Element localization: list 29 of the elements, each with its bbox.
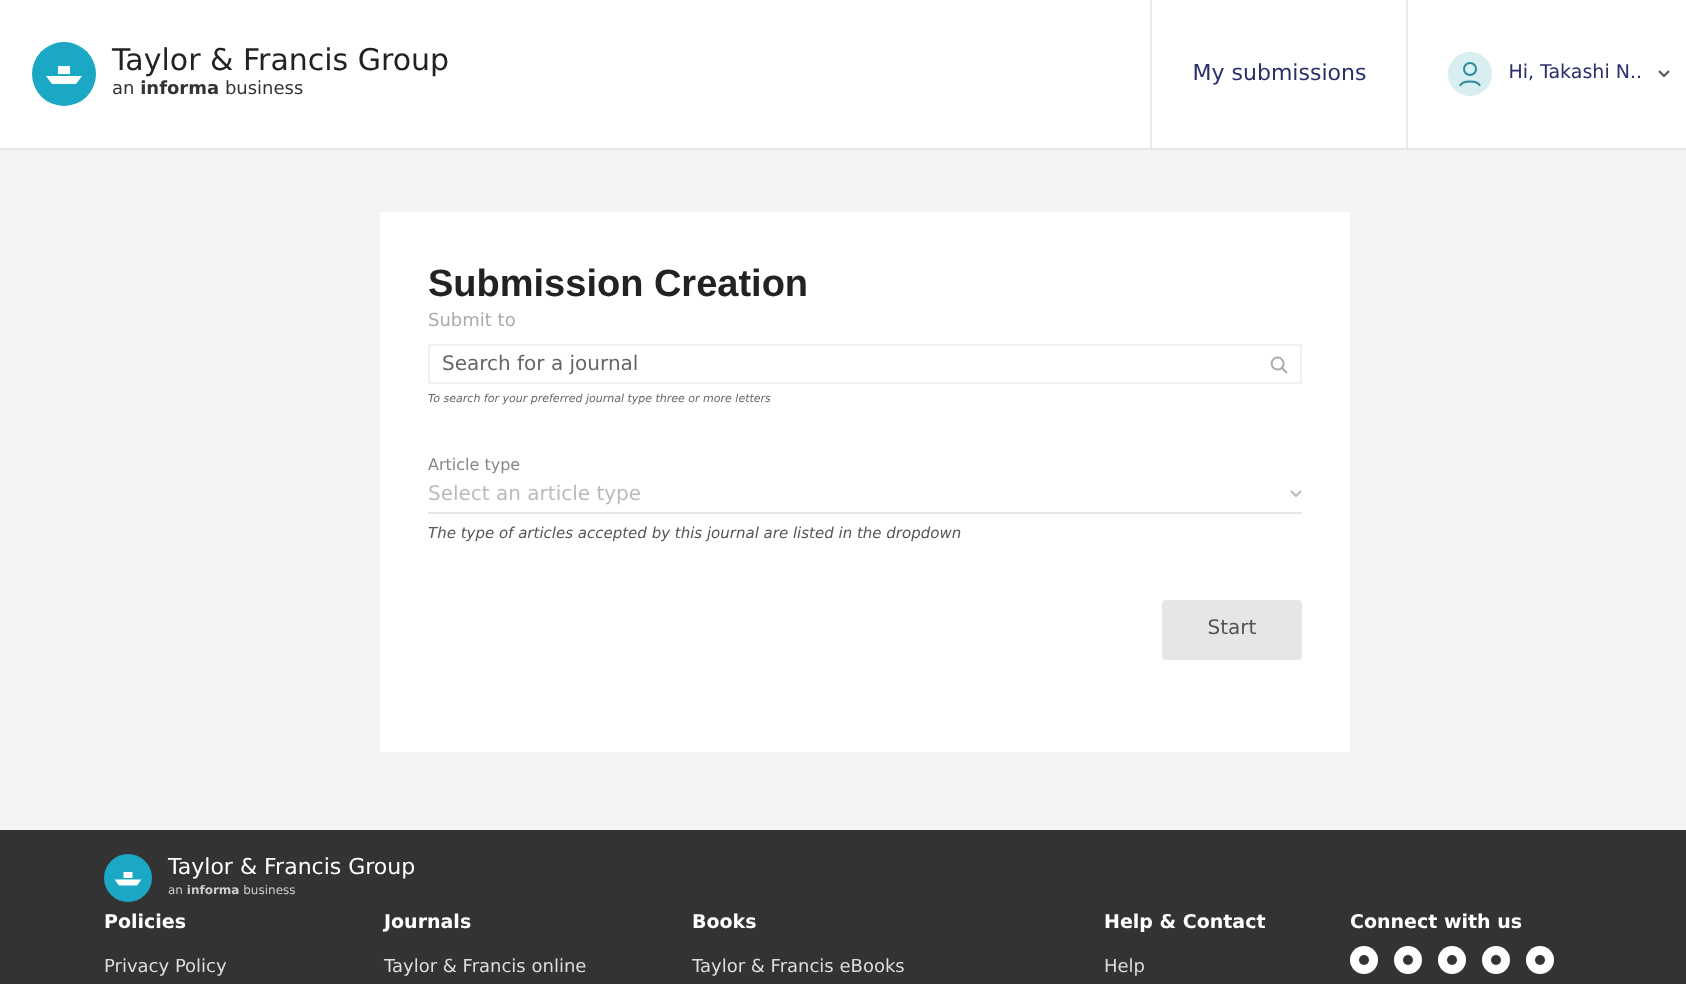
logo-title: Taylor & Francis Group <box>168 856 416 882</box>
caret-icon <box>1658 70 1670 78</box>
footer-heading: Policies <box>104 910 188 938</box>
user-menu[interactable]: Hi, Takashi N.. <box>1508 59 1642 89</box>
footer-heading: Journals <box>384 910 474 938</box>
footer-heading: Books <box>692 910 759 938</box>
footer-link[interactable]: Help <box>1104 956 1146 984</box>
chevron-icon <box>1290 490 1302 499</box>
footer-link[interactable]: Privacy Policy <box>104 956 227 984</box>
form-title: Submission Creation <box>428 264 811 310</box>
logo-icon <box>32 42 96 106</box>
my-submissions-link[interactable]: My submissions <box>1192 57 1367 91</box>
social-media-icon[interactable] <box>1526 946 1554 975</box>
field-label: Article type <box>428 453 523 478</box>
logo-title: Taylor & Francis Group <box>112 44 450 77</box>
social-media-icon[interactable] <box>1394 946 1422 975</box>
social-media-icon[interactable] <box>1438 946 1466 975</box>
user-avatar-icon[interactable] <box>1448 52 1493 96</box>
social-media-icon[interactable] <box>1350 946 1378 975</box>
journal-search-field[interactable]: Search for a journal <box>428 344 1302 385</box>
search-icon <box>1270 355 1288 374</box>
social-media-icon[interactable] <box>1482 946 1510 975</box>
footer-heading: Connect with us <box>1350 910 1525 938</box>
footer-link[interactable]: Taylor & Francis online <box>384 956 587 984</box>
footer-link[interactable]: Taylor & Francis eBooks <box>692 956 905 984</box>
logo-subtitle: an informa business <box>112 77 306 103</box>
field-label: Submit to <box>428 309 518 336</box>
footer-heading: Help & Contact <box>1104 910 1268 938</box>
logo-icon <box>104 854 152 902</box>
